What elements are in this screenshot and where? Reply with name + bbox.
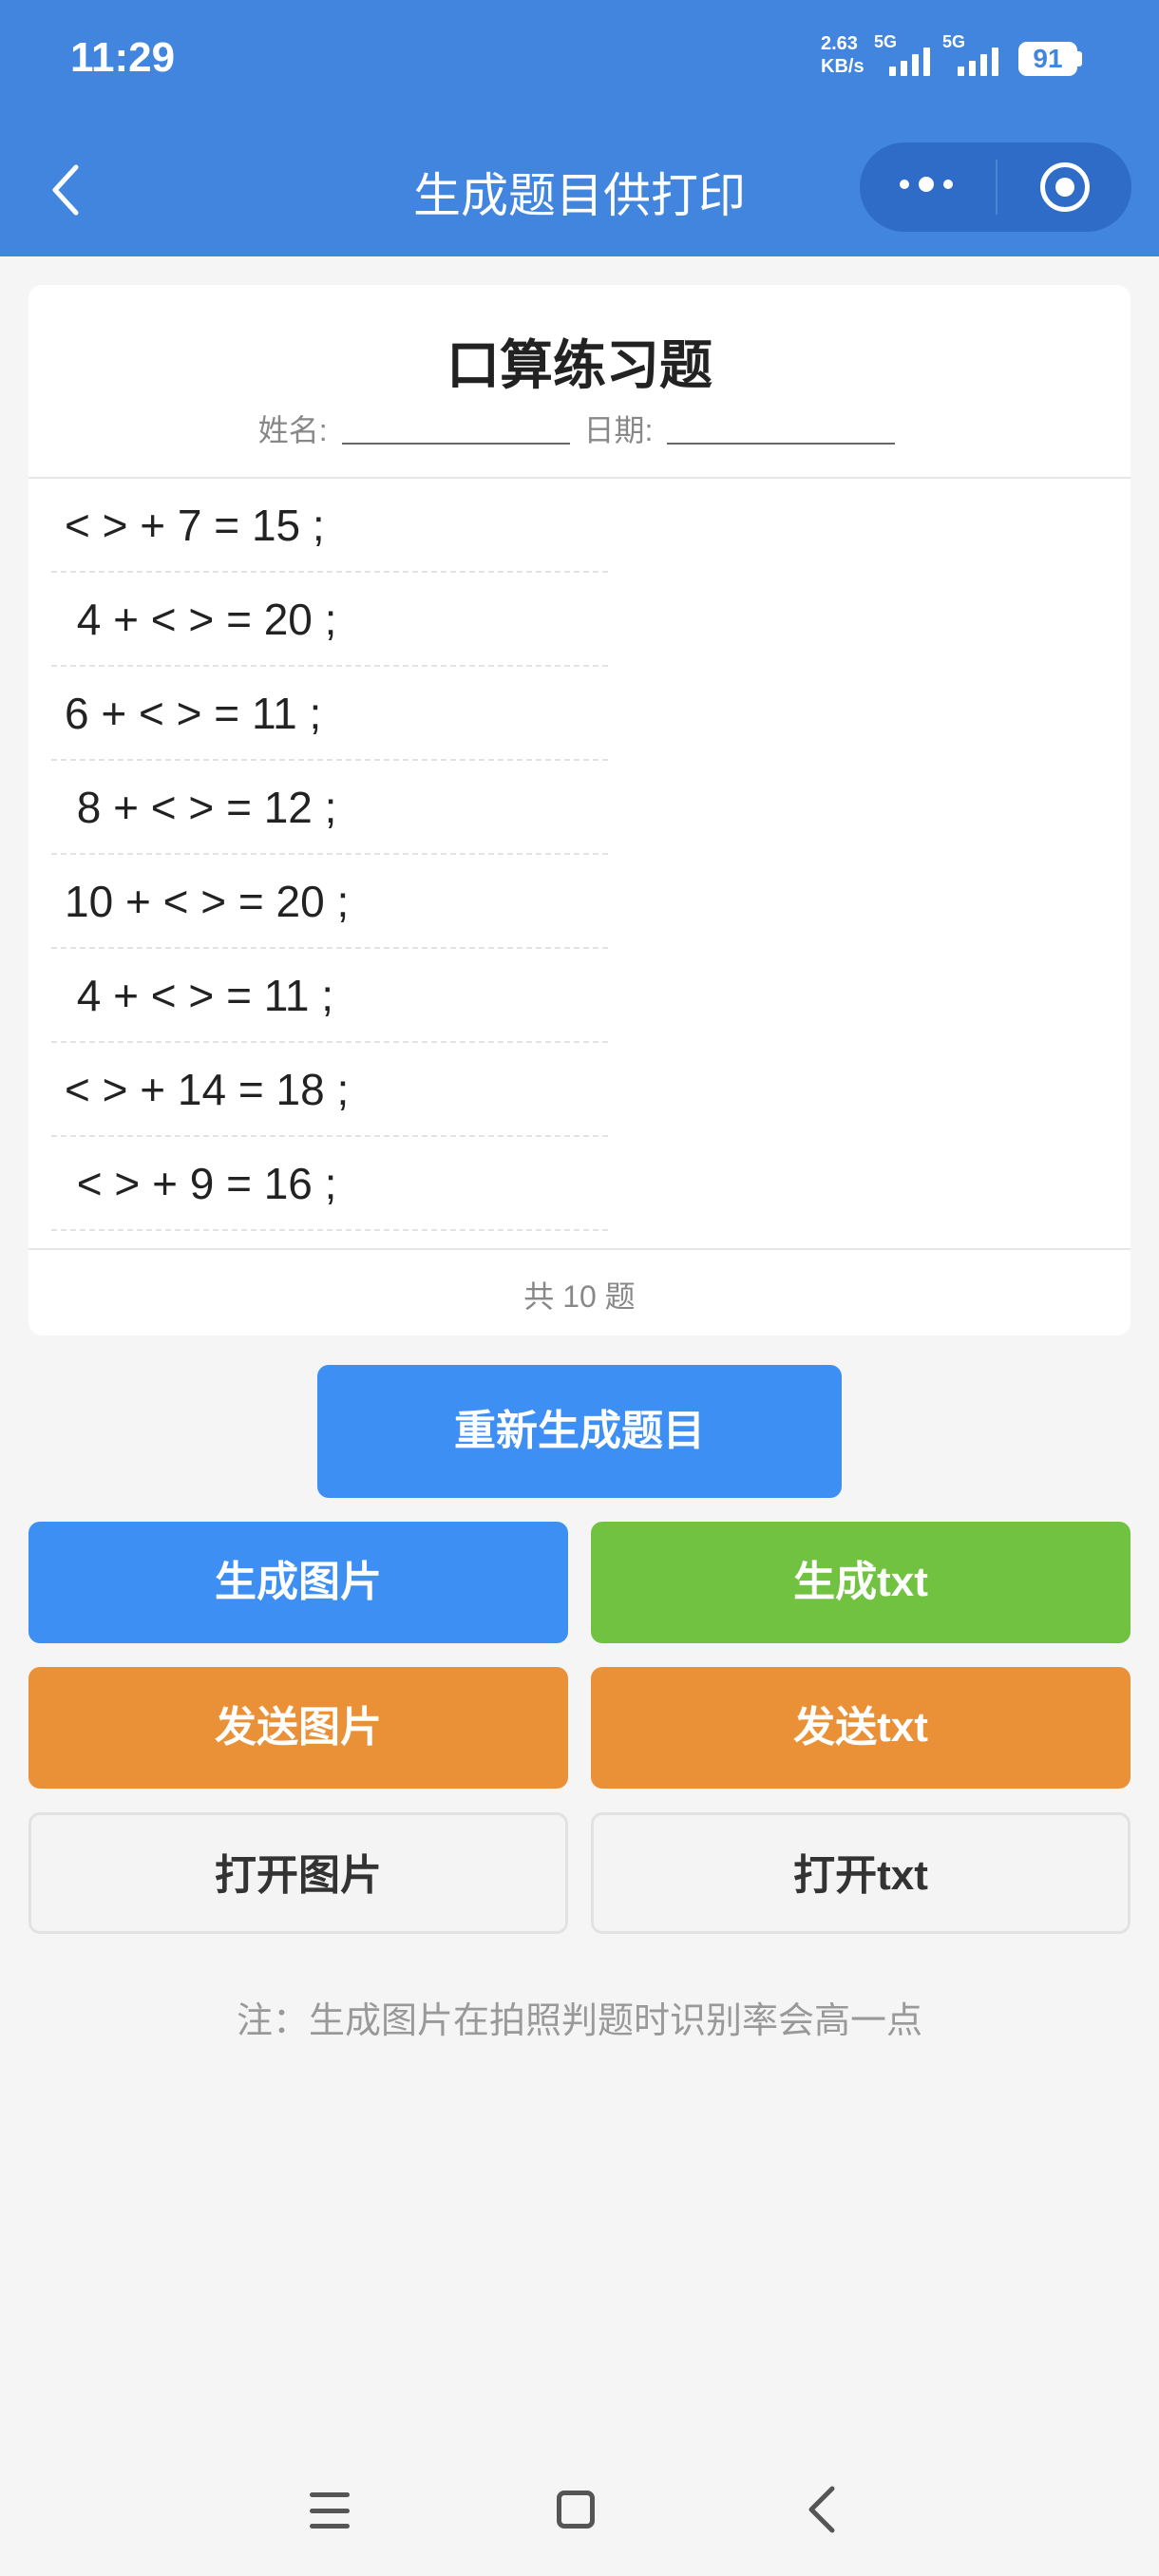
generate-image-button[interactable]: 生成图片 [28,1522,568,1643]
question-count: 共 10 题 [523,1279,636,1314]
generate-txt-button[interactable]: 生成txt [591,1522,1130,1643]
send-txt-button[interactable]: 发送txt [591,1667,1130,1789]
battery-icon: 91 [1018,42,1077,76]
question-item: 6 + < > = 11 ; [51,667,608,761]
date-label: 日期: [583,413,654,447]
question-item: < > + 7 = 15 ; [51,479,608,573]
worksheet-card: 口算练习题 姓名: 日期: < > + 7 = 15 ; 4 + < > = 2… [28,285,1130,1335]
system-nav-bar [0,2460,1159,2555]
divider [28,1248,1130,1250]
signal-icon [889,47,930,76]
capsule-divider [996,160,998,215]
home-icon[interactable] [557,2491,595,2529]
question-item: 10 + < > = 20 ; [51,855,608,949]
network-speed: 2.63 KB/s [821,32,864,78]
send-image-button[interactable]: 发送图片 [28,1667,568,1789]
open-image-button[interactable]: 打开图片 [28,1812,568,1934]
nav-bar: 生成题目供打印 [0,123,1159,256]
note-text: 注：生成图片在拍照判题时识别率会高一点 [236,2001,922,2041]
signal-icon [958,47,998,76]
regenerate-button[interactable]: 重新生成题目 [317,1365,842,1498]
system-back-icon[interactable] [804,2485,842,2534]
mini-program-capsule [860,142,1131,232]
question-item: < > + 9 = 16 ; [51,1137,608,1231]
status-bar: 11:29 2.63 KB/s 5G 5G 91 [0,0,1159,123]
battery-tip [1077,51,1082,66]
network-speed-value: 2.63 [821,33,858,54]
worksheet-title: 口算练习题 [446,335,712,395]
question-list: < > + 7 = 15 ; 4 + < > = 20 ; 6 + < > = … [51,479,608,1231]
question-item: < > + 14 = 18 ; [51,1043,608,1137]
date-blank [667,420,896,445]
clock: 11:29 [70,34,176,81]
name-label: 姓名: [257,413,328,447]
more-icon[interactable] [900,177,953,192]
target-icon[interactable] [1040,162,1090,212]
menu-icon[interactable] [310,2492,350,2529]
name-blank [341,420,570,445]
network-speed-unit: KB/s [821,56,864,77]
question-item: 4 + < > = 20 ; [51,573,608,667]
question-item: 8 + < > = 12 ; [51,761,608,855]
question-item: 4 + < > = 11 ; [51,949,608,1043]
open-txt-button[interactable]: 打开txt [591,1812,1130,1934]
worksheet-meta: 姓名: 日期: [28,407,1130,450]
